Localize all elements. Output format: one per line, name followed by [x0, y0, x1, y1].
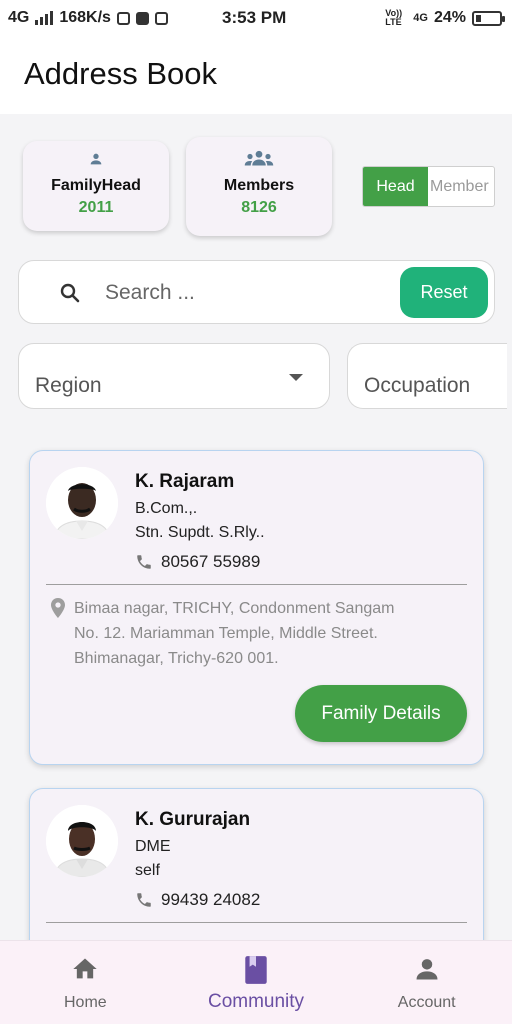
volte-indicator: Vo)) LTE [385, 8, 403, 27]
phone-icon [137, 555, 151, 569]
status-bar: 4G 168K/s 3:53 PM Vo)) LTE 4G 24% [0, 0, 512, 36]
contact-name: K. Rajaram [135, 471, 235, 492]
search-bar: Reset [18, 260, 495, 324]
chevron-down-icon [289, 374, 303, 381]
contact-list[interactable]: K. Rajaram B.Com.,. Stn. Supdt. S.Rly.. … [0, 430, 512, 940]
reset-button[interactable]: Reset [400, 267, 488, 318]
contact-qualification: B.Com.,. [135, 500, 198, 517]
toggle-head[interactable]: Head [363, 167, 428, 206]
instagram-icon [116, 11, 130, 25]
network-type-2: 4G [413, 12, 428, 24]
region-label: Region [35, 374, 102, 397]
head-member-toggle[interactable]: Head Member [362, 166, 495, 207]
search-input[interactable] [105, 279, 395, 307]
person-icon [90, 153, 102, 165]
family-head-card[interactable]: FamilyHead 2011 [23, 141, 169, 231]
app-bar: Address Book [0, 36, 512, 114]
contact-phone-number: 80567 55989 [161, 552, 261, 571]
avatar [46, 805, 118, 877]
toggle-member[interactable]: Member [428, 167, 494, 206]
home-icon [73, 958, 97, 979]
members-card[interactable]: Members 8126 [186, 137, 332, 236]
contact-phone[interactable]: 99439 24082 [135, 890, 260, 910]
contact-card[interactable]: K. Rajaram B.Com.,. Stn. Supdt. S.Rly.. … [29, 450, 484, 765]
members-label: Members [223, 177, 295, 194]
occupation-dropdown[interactable]: Occupation [347, 343, 507, 409]
nav-community-label: Community [207, 991, 305, 1012]
network-speed: 168K/s [59, 9, 111, 26]
page-title: Address Book [24, 56, 217, 91]
network-type: 4G [8, 9, 30, 26]
divider [46, 922, 467, 923]
occupation-label: Occupation [364, 374, 471, 397]
nav-account-label: Account [397, 994, 456, 1011]
contact-designation: self [135, 862, 160, 879]
battery-percent: 24% [433, 9, 466, 26]
nav-community[interactable]: Community [171, 941, 342, 1024]
nav-home[interactable]: Home [0, 941, 171, 1024]
family-head-label: FamilyHead [51, 177, 141, 194]
battery-icon [472, 10, 505, 26]
address-line-1: Bimaa nagar, TRICHY, Condonment Sangam [74, 600, 395, 617]
nav-account[interactable]: Account [341, 941, 512, 1024]
address-line-3: Bhimanagar, Trichy-620 001. [74, 650, 279, 667]
bottom-nav: Home Community Account [0, 940, 512, 1024]
clock: 3:53 PM [222, 8, 287, 27]
contact-designation: Stn. Supdt. S.Rly.. [135, 524, 265, 541]
nav-home-label: Home [63, 994, 107, 1011]
book-icon [245, 956, 267, 984]
account-icon [416, 959, 438, 980]
contact-address: Bimaa nagar, TRICHY, Condonment Sangam N… [74, 596, 434, 671]
contact-phone[interactable]: 80567 55989 [135, 552, 260, 572]
phone-icon [137, 893, 151, 907]
family-head-count: 2011 [78, 199, 114, 216]
youtube-icon [135, 11, 149, 25]
region-dropdown[interactable]: Region [18, 343, 330, 409]
members-count: 8126 [241, 199, 277, 216]
contact-card[interactable]: K. Gururajan DME self 99439 24082 [29, 788, 484, 940]
contact-qualification: DME [135, 838, 171, 855]
contact-name: K. Gururajan [135, 809, 251, 830]
family-details-button[interactable]: Family Details [295, 685, 467, 742]
avatar [46, 467, 118, 539]
location-pin-icon [51, 598, 65, 618]
divider [46, 584, 467, 585]
group-icon [244, 150, 274, 166]
address-line-2: No. 12. Mariamman Temple, Middle Street. [74, 625, 378, 642]
search-icon [60, 283, 80, 303]
contact-phone-number: 99439 24082 [161, 890, 261, 909]
signal-icon [35, 11, 54, 25]
mail-icon [154, 11, 168, 25]
